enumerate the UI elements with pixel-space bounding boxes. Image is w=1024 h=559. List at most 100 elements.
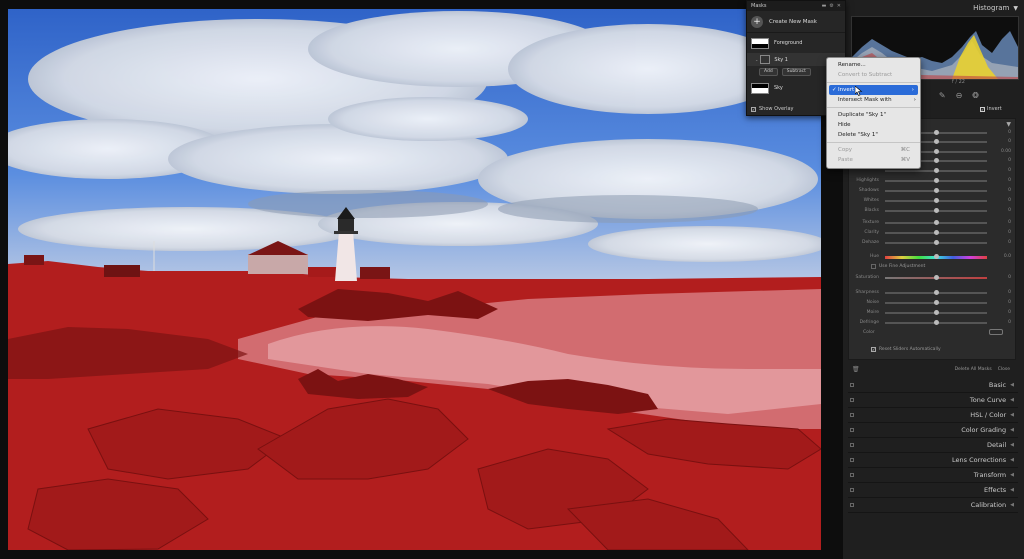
slider-track[interactable] [885,320,987,325]
slider-track[interactable] [885,230,987,235]
slider-value[interactable]: 0 [1008,167,1011,175]
slider-row[interactable]: Shadows 0 [849,187,1017,195]
slider-knob[interactable] [933,198,939,203]
collapse-triangle-icon[interactable]: ◀ [1010,427,1014,433]
slider-track[interactable] [885,300,987,305]
panel-section-detail[interactable]: Detail ◀ [848,438,1018,453]
section-toggle-switch[interactable] [850,383,854,387]
menu-item-copy[interactable]: Copy ⌘C [827,145,920,155]
panel-section-hsl-color[interactable]: HSL / Color ◀ [848,408,1018,423]
slider-knob[interactable] [933,139,939,144]
use-fine-adjustment[interactable]: Use Fine Adjustment [871,264,925,269]
menu-item-rename[interactable]: Rename... [827,60,920,70]
slider-value[interactable]: 0.00 [1001,148,1011,156]
slider-value[interactable]: 0 [1008,138,1011,146]
panel-collapse-icon[interactable]: ▼ [1006,121,1011,128]
slider-row[interactable]: Moire 0 [849,309,1017,317]
menu-item-duplicate-sky-1[interactable]: Duplicate "Sky 1" [827,110,920,120]
panel-section-effects[interactable]: Effects ◀ [848,483,1018,498]
panel-section-basic[interactable]: Basic ◀ [848,378,1018,393]
trash-icon[interactable]: 🗑 [852,366,860,373]
close-icon[interactable]: ✕ [837,3,841,9]
slider-track[interactable] [885,198,987,203]
color-swatch[interactable] [989,329,1003,335]
mask-item-foreground[interactable]: Foreground [747,33,845,53]
add-button[interactable]: Add [759,68,778,76]
mask-circle-icon[interactable]: ❂ [972,91,979,100]
fine-adjust-checkbox[interactable] [871,264,876,269]
collapse-triangle-icon[interactable]: ◀ [1010,487,1014,493]
menu-item-invert[interactable]: ✓ Invert › [829,85,918,95]
slider-track[interactable] [885,178,987,183]
panel-section-transform[interactable]: Transform ◀ [848,468,1018,483]
slider-value[interactable]: 0 [1008,177,1011,185]
section-toggle-switch[interactable] [850,488,854,492]
menu-item-convert-to-subtract[interactable]: Convert to Subtract [827,70,920,80]
slider-value[interactable]: 0 [1008,309,1011,317]
slider-row[interactable]: Blacks 0 [849,207,1017,215]
slider-knob[interactable] [933,275,939,280]
slider-knob[interactable] [933,310,939,315]
slider-knob[interactable] [933,230,939,235]
slider-row[interactable]: Sharpness 0 [849,289,1017,297]
invert-toggle[interactable]: ✓ Invert [980,106,1002,112]
collapse-triangle-icon[interactable]: ◀ [1010,382,1014,388]
panel-section-calibration[interactable]: Calibration ◀ [848,498,1018,513]
collapse-triangle-icon[interactable]: ◀ [1010,457,1014,463]
color-row[interactable]: Color [863,329,1013,335]
slider-value[interactable]: 0 [1008,229,1011,237]
slider-value[interactable]: 0 [1008,129,1011,137]
slider-knob[interactable] [933,149,939,154]
slider-row[interactable]: Noise 0 [849,299,1017,307]
slider-row[interactable]: Dehaze 0 [849,239,1017,247]
collapse-triangle-icon[interactable]: ▼ [1013,5,1018,12]
slider-knob[interactable] [933,220,939,225]
slider-row[interactable]: Texture 0 [849,219,1017,227]
menu-item-delete-sky-1[interactable]: Delete "Sky 1" [827,130,920,140]
slider-knob[interactable] [933,188,939,193]
slider-knob[interactable] [933,168,939,173]
section-toggle-switch[interactable] [850,413,854,417]
panel-section-tone-curve[interactable]: Tone Curve ◀ [848,393,1018,408]
collapse-triangle-icon[interactable]: ◀ [1010,502,1014,508]
slider-track[interactable] [885,254,987,259]
slider-track[interactable] [885,275,987,280]
menu-item-hide[interactable]: Hide [827,120,920,130]
slider-knob[interactable] [933,178,939,183]
close-button[interactable]: Close [998,367,1010,372]
slider-value[interactable]: 0 [1008,289,1011,297]
reset-sliders-toggle[interactable]: ✓ Reset Sliders Automatically [871,347,941,352]
slider-knob[interactable] [933,300,939,305]
slider-value[interactable]: 0 [1008,207,1011,215]
expand-icon[interactable]: ⌄ [755,57,758,62]
section-toggle-switch[interactable] [850,473,854,477]
photo-canvas[interactable] [0,0,843,559]
slider-knob[interactable] [933,130,939,135]
section-toggle-switch[interactable] [850,503,854,507]
slider-value[interactable]: 0.0 [1004,253,1011,261]
collapse-triangle-icon[interactable]: ◀ [1010,472,1014,478]
slider-value[interactable]: 0 [1008,274,1011,282]
slider-knob[interactable] [933,240,939,245]
collapse-triangle-icon[interactable]: ◀ [1010,397,1014,403]
section-toggle-switch[interactable] [850,458,854,462]
masks-panel-header[interactable]: Masks ▬ ⚙ ✕ [747,1,845,11]
collapse-triangle-icon[interactable]: ◀ [1010,442,1014,448]
slider-row[interactable]: Hue 0.0 [849,253,1017,261]
delete-all-masks-button[interactable]: Delete All Masks [955,367,992,372]
slider-track[interactable] [885,168,987,173]
slider-knob[interactable] [933,290,939,295]
slider-row[interactable]: Whites 0 [849,197,1017,205]
histogram-header[interactable]: Histogram ▼ [843,0,1024,16]
menu-item-paste[interactable]: Paste ⌘V [827,155,920,165]
settings-icon[interactable]: ⚙ [829,3,833,9]
section-toggle-switch[interactable] [850,398,854,402]
slider-knob[interactable] [933,208,939,213]
plus-icon[interactable]: + [751,15,763,28]
invert-checkbox[interactable]: ✓ [980,106,985,112]
slider-row[interactable]: Saturation 0 [849,274,1017,282]
slider-value[interactable]: 0 [1008,197,1011,205]
panel-section-lens-corrections[interactable]: Lens Corrections ◀ [848,453,1018,468]
slider-value[interactable]: 0 [1008,157,1011,165]
slider-value[interactable]: 0 [1008,239,1011,247]
